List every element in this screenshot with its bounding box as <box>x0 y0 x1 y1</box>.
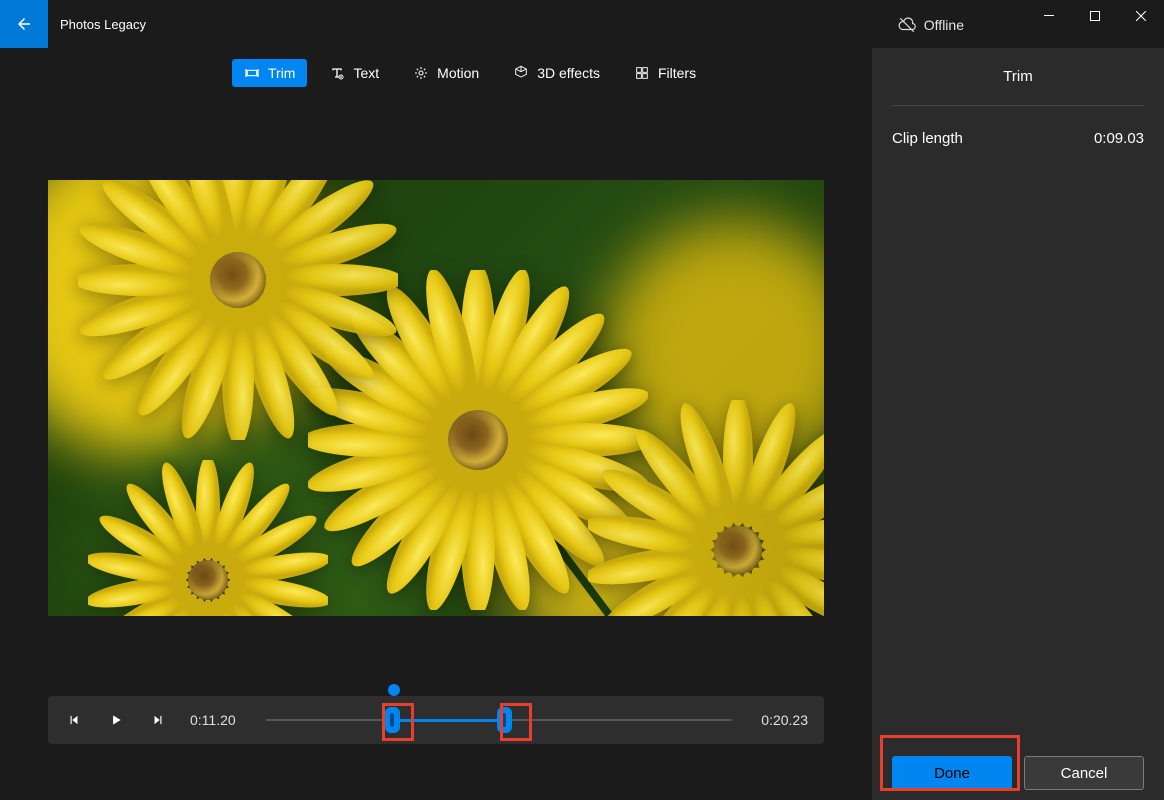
play-icon <box>109 713 123 727</box>
arrow-left-icon <box>15 15 33 33</box>
maximize-button[interactable] <box>1072 0 1118 32</box>
back-button[interactable] <box>0 0 48 48</box>
trim-range <box>392 719 504 722</box>
tool-text-label: Text <box>353 65 379 81</box>
next-frame-icon <box>151 713 165 727</box>
trim-start-handle[interactable] <box>385 707 400 733</box>
clip-length-label: Clip length <box>892 130 963 147</box>
prev-frame-icon <box>67 713 81 727</box>
tool-3d-effects[interactable]: 3D effects <box>501 59 612 87</box>
tool-trim[interactable]: Trim <box>232 59 307 87</box>
play-button[interactable] <box>106 710 126 730</box>
edit-toolbar: Trim Text Motion <box>48 58 824 88</box>
tool-filters-label: Filters <box>658 65 696 81</box>
clip-length-value: 0:09.03 <box>1094 130 1144 147</box>
tool-trim-label: Trim <box>268 65 295 81</box>
prev-frame-button[interactable] <box>64 710 84 730</box>
window-controls <box>1026 0 1164 32</box>
trim-end-handle[interactable] <box>497 707 512 733</box>
offline-label: Offline <box>924 17 964 33</box>
cancel-button[interactable]: Cancel <box>1024 756 1144 790</box>
filters-icon <box>634 65 650 81</box>
minimize-icon <box>1044 11 1054 21</box>
text-icon <box>329 65 345 81</box>
player-bar: 0:11.20 0:20.23 <box>48 696 824 744</box>
titlebar: Photos Legacy Offline <box>0 0 1164 48</box>
current-time: 0:11.20 <box>190 712 244 728</box>
cancel-label: Cancel <box>1061 765 1108 782</box>
editor-area: Trim Text Motion <box>0 48 872 800</box>
app-title: Photos Legacy <box>60 17 146 32</box>
tool-motion[interactable]: Motion <box>401 59 491 87</box>
trim-track[interactable] <box>266 696 732 744</box>
offline-status: Offline <box>898 16 964 34</box>
clip-length-row: Clip length 0:09.03 <box>892 130 1144 147</box>
trim-icon <box>244 65 260 81</box>
done-label: Done <box>934 765 970 782</box>
panel-title: Trim <box>892 68 1144 106</box>
total-time: 0:20.23 <box>754 712 808 728</box>
close-icon <box>1136 11 1146 21</box>
close-button[interactable] <box>1118 0 1164 32</box>
motion-icon <box>413 65 429 81</box>
tool-filters[interactable]: Filters <box>622 59 708 87</box>
next-frame-button[interactable] <box>148 710 168 730</box>
action-row: Done Cancel <box>892 756 1144 790</box>
video-preview[interactable] <box>48 180 824 616</box>
playhead[interactable] <box>388 684 400 696</box>
tool-text[interactable]: Text <box>317 59 391 87</box>
minimize-button[interactable] <box>1026 0 1072 32</box>
side-panel: Trim Clip length 0:09.03 <box>872 48 1164 800</box>
cube-icon <box>513 65 529 81</box>
cloud-off-icon <box>898 16 916 34</box>
done-button[interactable]: Done <box>892 756 1012 790</box>
tool-motion-label: Motion <box>437 65 479 81</box>
maximize-icon <box>1090 11 1100 21</box>
tool-3d-label: 3D effects <box>537 65 600 81</box>
